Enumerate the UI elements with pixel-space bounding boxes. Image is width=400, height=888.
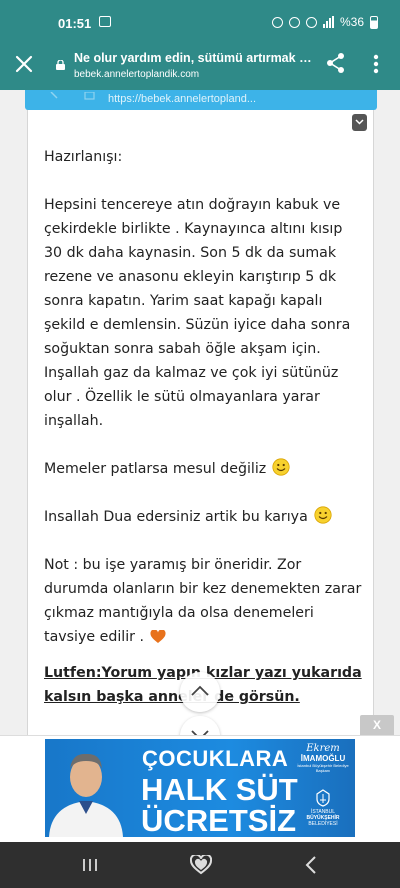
recipe-heading: Hazırlanışı: [44,149,123,165]
status-time: 01:51 [58,16,92,31]
wifi-icon [305,16,317,28]
dua-text: Insallah Dua edersiniz artik bu karıya [44,509,308,525]
chevron-up-icon [191,685,209,696]
smiley-icon [272,458,290,476]
battery-percent: %36 [339,15,364,29]
ad-close-button[interactable]: X [360,715,394,735]
ad-headline-1: ÇOCUKLARA [142,746,289,771]
ad-signature: Ekrem [306,743,340,754]
gallery-notification-icon [99,16,111,27]
mesul-text: Memeler patlarsa mesul değiliz [44,461,267,477]
chevron-down-small-icon [355,119,364,125]
overlay-nav-icons [50,92,95,100]
battery-icon [370,15,378,29]
signal-icon [322,16,334,28]
system-nav-bar [0,842,400,888]
overlay-url-text: https://bebek.annelertopland... [108,93,256,105]
ad-signature-block: Ekrem İMAMOĞLU İstanbul Büyükşehir Beled… [292,743,354,779]
custom-tab-toolbar: Ne olur yardım edin, sütümü artırmak ist… [0,46,400,90]
home-icon[interactable] [190,855,212,875]
floating-url-bar[interactable]: https://bebek.annelertopland... [25,90,377,110]
smiley-icon [314,506,332,524]
dua-line: Insallah Dua edersiniz artik bu karıya [44,505,332,529]
scroll-up-button[interactable] [180,672,220,712]
ad-role: İstanbul Büyükşehir Belediye Başkanı [297,763,349,773]
ad-name: İMAMOĞLU [300,754,346,763]
not-paragraph: Not : bu işe yaramış bir öneridir. Zor d… [44,553,364,649]
close-icon[interactable] [14,54,34,74]
status-bar: 01:51 %36 [0,0,400,46]
back-icon[interactable] [305,856,317,874]
ad-logo-line3: BELEDİYESİ [308,821,338,827]
ad-banner[interactable]: ÇOCUKLARA HALK SÜT ÜCRETSİZ Ekrem İMAMOĞ… [45,739,355,837]
web-content[interactable]: https://bebek.annelertopland... Hazırlan… [0,90,400,735]
page-url[interactable]: bebek.annelertoplandik.com [74,69,199,80]
recipe-paragraph: Hepsini tencereye atın doğrayın kabuk ve… [44,197,351,429]
alarm-icon [288,16,300,28]
share-icon[interactable] [326,52,346,74]
ad-ibb-logo: İSTANBUL BÜYÜKŞEHİR BELEDİYESİ [301,789,345,835]
dropdown-toggle[interactable] [352,114,367,131]
not-text: Not : bu işe yaramış bir öneridir. Zor d… [44,557,362,645]
ad-headline-3: ÜCRETSİZ [141,803,296,837]
ibb-emblem-icon [316,789,330,807]
page-title: Ne olur yardım edin, sütümü artırmak ist… [74,51,312,65]
ad-person-image [49,753,123,837]
heart-icon [150,630,166,643]
status-icons: %36 [271,15,378,29]
lock-icon [56,60,65,70]
more-vert-icon[interactable] [373,54,379,74]
recent-apps-icon[interactable] [82,857,98,873]
mesul-line: Memeler patlarsa mesul değiliz [44,457,290,481]
ad-area: X ÇOCUKLARA HALK SÜT ÜCRETSİZ Ekrem İMAM… [0,715,400,843]
settings-notification-icon [271,16,283,28]
